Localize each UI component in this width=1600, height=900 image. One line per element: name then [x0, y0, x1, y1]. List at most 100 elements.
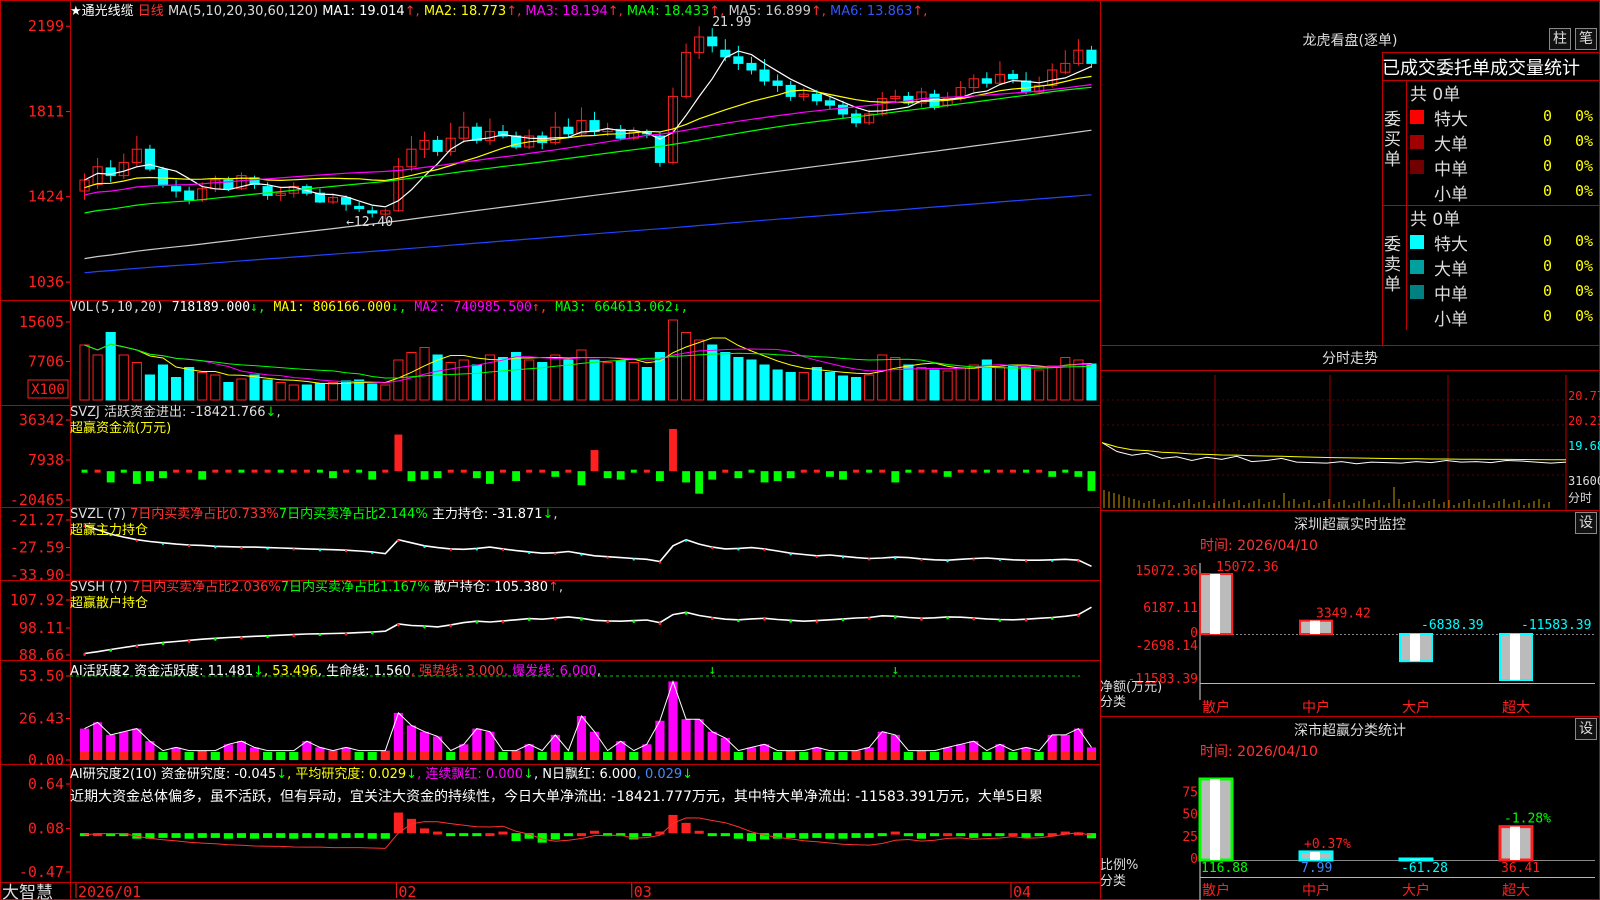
ai-research-bar-77 — [1086, 833, 1097, 839]
vol-bar-49 — [720, 352, 731, 401]
ai-active-base-30 — [472, 752, 482, 760]
ai-active-base-20 — [341, 752, 351, 760]
svzl-dot-10 — [214, 546, 217, 549]
ma-arrow-0: ↑, — [404, 4, 420, 19]
vol-bar-76 — [1073, 359, 1084, 401]
vol-bar-9 — [197, 372, 208, 401]
sell-swatch-1 — [1410, 260, 1424, 274]
svzl-dot-20 — [344, 549, 348, 553]
ai-active-bar-74 — [1047, 734, 1057, 752]
ai-active-base-22 — [367, 752, 377, 760]
svzl-tail: , — [553, 507, 558, 522]
stock-title[interactable]: ★通光线缆 — [70, 4, 134, 19]
pen-mode-button[interactable]: 笔 — [1575, 28, 1597, 50]
svzj-bar-12 — [238, 469, 245, 473]
ai-research-bar-65 — [929, 833, 940, 837]
svzl-dot-60 — [867, 558, 871, 561]
period-label[interactable]: 日线 — [138, 4, 164, 19]
vol-bar-22 — [367, 383, 378, 401]
svzl-dot-6 — [161, 542, 165, 545]
dragon-tiger-subtitle: 已成交委托单成交量统计 — [1382, 58, 1580, 79]
buy-label: 委买单 — [1384, 110, 1401, 170]
vol-bar-11 — [223, 382, 234, 401]
ai-research-bar-39 — [589, 830, 600, 834]
ai-research-bar-14 — [263, 833, 273, 838]
candle-body-50 — [733, 56, 744, 64]
sz-class-bar-hl-2 — [1410, 859, 1420, 860]
x-axis-label-3: 04 — [1013, 883, 1031, 900]
sz-class-settings-button[interactable]: 设 — [1575, 718, 1597, 740]
svzj-tick-1: 7938 — [28, 451, 64, 469]
svzl-dot-16 — [292, 548, 295, 551]
candle-body-27 — [432, 139, 443, 152]
svzl-dot-64 — [920, 558, 923, 562]
sz-monitor-tick-1: 6187.11 — [1143, 601, 1198, 616]
candle-body-58 — [837, 104, 849, 115]
ai-active-arrow1: ↓ — [253, 664, 265, 679]
ai-research-bar-71 — [1008, 833, 1018, 837]
intraday-tick-4: 分时 — [1568, 491, 1592, 505]
ai-active-base-53 — [773, 752, 783, 760]
svzj-bar-76 — [1074, 471, 1083, 477]
ai-research-bar-17 — [302, 833, 312, 838]
svzj-bar-22 — [368, 471, 377, 480]
ai-active-base-51 — [746, 752, 757, 760]
sz-monitor-tick-3: -2698.14 — [1135, 639, 1198, 654]
ai-active-base-33 — [511, 752, 521, 760]
ai-research-bar-23 — [380, 833, 390, 839]
vol-bar-46 — [681, 332, 692, 401]
bar-mode-button[interactable]: 柱 — [1549, 28, 1571, 50]
svzj-bar-54 — [786, 471, 795, 479]
svzj-bar-43 — [643, 469, 650, 473]
ai-research-bar-45 — [668, 814, 678, 834]
sell-name-3: 小单 — [1434, 310, 1468, 330]
svzl-dot-44 — [658, 561, 662, 564]
svzl-dot-28 — [449, 548, 452, 552]
sz-class-x-unit: 分类 — [1100, 874, 1127, 889]
candle-body-37 — [563, 126, 574, 135]
ai-research-bar-13 — [249, 833, 260, 839]
ai-active-base-48 — [707, 752, 717, 760]
sz-monitor-bar-hl-2 — [1410, 634, 1420, 662]
svzl-dot-24 — [397, 539, 400, 542]
svzj-bar-45 — [669, 428, 677, 472]
svzl-dot-14 — [266, 547, 269, 550]
ai-active-signal-0: ↓ — [708, 663, 716, 678]
svsh-dot-60 — [867, 617, 871, 620]
ai-active-base-54 — [786, 752, 796, 760]
vol-arrow-2: ↑, — [531, 300, 548, 315]
ai-research-bar-61 — [877, 833, 887, 837]
ai-active-base-77 — [1086, 752, 1097, 760]
ai-research-bar-49 — [720, 833, 730, 837]
ai-research-bar-63 — [903, 833, 913, 837]
vol-bar-3 — [118, 354, 129, 401]
x-axis-label-2: 03 — [634, 883, 652, 900]
sz-monitor-tick-0: 15072.36 — [1135, 564, 1198, 579]
svsh-dot-16 — [292, 634, 296, 638]
vol-arrow-3: ↓, — [672, 300, 689, 315]
sz-monitor-settings-button[interactable]: 设 — [1575, 512, 1597, 534]
svzj-bar-13 — [251, 469, 258, 473]
vol-bar-51 — [746, 359, 757, 401]
ai-active-seg5: , 爆发线: 6.000 — [503, 664, 597, 679]
svzj-bar-38 — [577, 471, 586, 486]
svzj-bar-65 — [931, 469, 938, 473]
ai-active-base-74 — [1047, 752, 1057, 760]
svzj-line1: SVZJ 活跃资金进出: -18421.766 — [70, 405, 266, 420]
ai-research-comment: 近期大资金总体偏多，虽不活跃，但有异动，宜关注大资金的持续性，今日大单净流出: … — [70, 789, 1043, 805]
intraday-tick-1: 20.23 — [1568, 414, 1600, 428]
svzl-dot-30 — [475, 548, 479, 551]
ai-active-base-46 — [681, 752, 691, 760]
sell-count-3: 0 — [1542, 307, 1552, 325]
svzj-arrow: ↓ — [265, 405, 277, 420]
ai-active-base-71 — [1008, 752, 1018, 760]
vol-values: 718189.000↓, MA1: 806166.000↓, MA2: 7409… — [172, 300, 689, 315]
svsh-dot-74 — [1050, 617, 1054, 620]
svsh-dot-8 — [187, 639, 191, 643]
buy-name-0: 特大 — [1434, 110, 1468, 130]
x-axis-label-0: 2026/01 — [78, 883, 141, 900]
vol-bar-30 — [471, 364, 482, 401]
svzl-dot-58 — [841, 556, 845, 559]
buy-name-2: 中单 — [1434, 160, 1468, 180]
svzj-bar-60 — [866, 469, 873, 473]
